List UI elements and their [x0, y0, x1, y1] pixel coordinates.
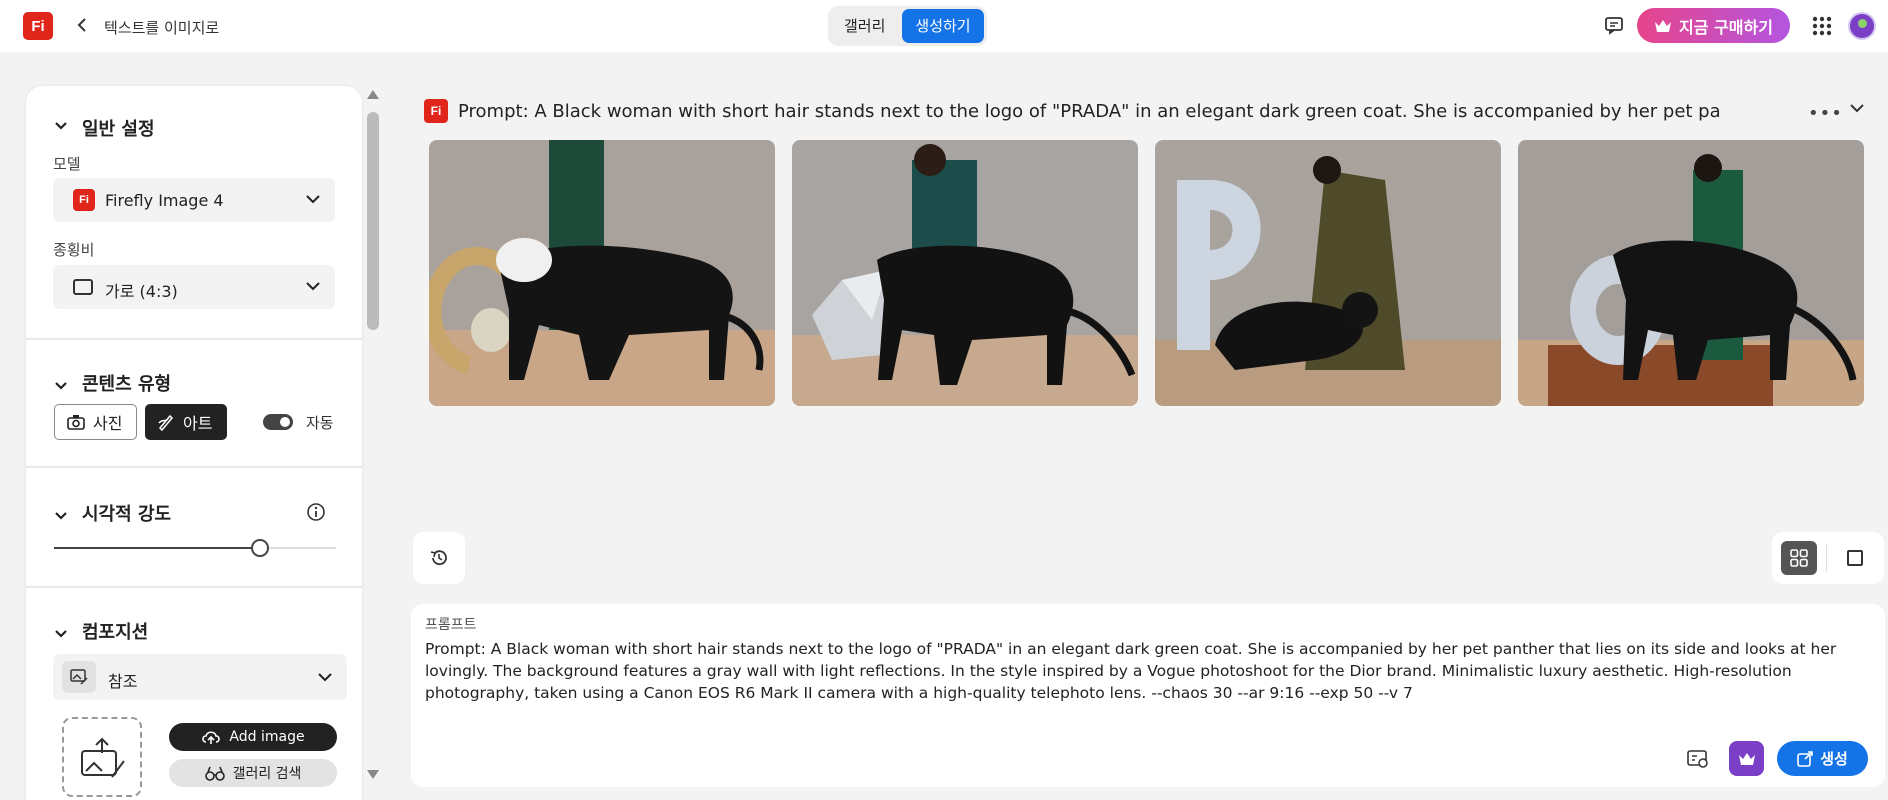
photo-label: 사진	[93, 414, 123, 433]
chevron-left-icon[interactable]	[74, 15, 90, 35]
add-image-button[interactable]: Add image	[169, 723, 337, 751]
generated-image-1[interactable]	[429, 140, 775, 406]
model-select[interactable]: Fi Firefly Image 4	[53, 178, 335, 222]
mode-tabs: 갤러리 생성하기	[828, 6, 987, 46]
prompt-input-panel: 프롬프트 Prompt: A Black woman with short ha…	[411, 604, 1885, 787]
scroll-thumb[interactable]	[367, 112, 379, 330]
breadcrumb[interactable]: 텍스트를 이미지로	[104, 17, 219, 38]
generated-image-2[interactable]	[792, 140, 1138, 406]
chevron-down-icon	[306, 195, 320, 204]
visual-intensity-slider[interactable]	[54, 539, 336, 557]
camera-icon	[67, 415, 85, 430]
auto-toggle[interactable]	[263, 414, 293, 430]
image-upload-icon	[81, 737, 125, 778]
grid-view-button[interactable]	[1781, 541, 1817, 575]
tab-generate[interactable]: 생성하기	[902, 9, 984, 43]
cloud-upload-icon	[202, 731, 221, 744]
aspect-ratio-value: 가로 (4:3)	[105, 282, 178, 301]
chevron-down-icon[interactable]	[54, 376, 68, 395]
content-type-art-button[interactable]: 아트	[145, 404, 227, 440]
firefly-badge-icon: Fi	[424, 99, 448, 123]
gallery-search-label: 갤러리 검색	[232, 766, 302, 782]
single-view-button[interactable]	[1847, 550, 1863, 566]
sidebar-scrollbar[interactable]	[366, 90, 380, 790]
premium-button[interactable]	[1729, 741, 1764, 776]
divider	[26, 586, 362, 588]
generation-prompt-header: Fi Prompt: A Black woman with short hair…	[424, 98, 1874, 126]
buy-now-label: 지금 구매하기	[1679, 17, 1773, 37]
top-bar: Fi 텍스트를 이미지로 갤러리 생성하기 지금 구매하기	[0, 0, 1888, 52]
art-brush-icon	[158, 414, 174, 431]
aspect-ratio-select[interactable]: 가로 (4:3)	[53, 265, 335, 309]
feedback-icon[interactable]	[1604, 15, 1624, 39]
prompt-label: 프롬프트	[425, 617, 477, 633]
general-settings-title[interactable]: 일반 설정	[82, 115, 155, 141]
generated-image-4[interactable]	[1518, 140, 1864, 406]
art-label: 아트	[183, 414, 213, 433]
info-icon[interactable]	[306, 502, 326, 526]
landscape-icon	[73, 279, 93, 295]
crown-icon	[1738, 752, 1755, 765]
auto-label: 자동	[306, 414, 334, 432]
grid-view-icon	[1790, 549, 1808, 567]
generation-prompt-text: Prompt: A Black woman with short hair st…	[458, 101, 1722, 122]
prompt-textarea[interactable]: Prompt: A Black woman with short hair st…	[425, 638, 1871, 704]
upload-image-dropzone[interactable]	[62, 717, 142, 797]
model-value: Firefly Image 4	[105, 191, 224, 210]
scroll-down-arrow[interactable]	[367, 770, 379, 779]
content-type-title[interactable]: 콘텐츠 유형	[82, 370, 171, 396]
firefly-logo[interactable]: Fi	[23, 12, 53, 40]
generated-image-3[interactable]	[1155, 140, 1501, 406]
history-button[interactable]	[413, 532, 465, 584]
history-icon	[430, 550, 447, 566]
generate-button[interactable]: 생성	[1777, 741, 1868, 776]
aspect-ratio-label: 종횡비	[53, 241, 95, 259]
generate-icon	[1797, 750, 1813, 767]
settings-panel: 일반 설정 모델 Fi Firefly Image 4 종횡비 가로 (4:3)…	[26, 86, 362, 800]
view-toggle	[1772, 532, 1884, 584]
scroll-up-arrow[interactable]	[367, 90, 379, 99]
content-type-photo-button[interactable]: 사진	[54, 404, 137, 440]
chevron-down-icon[interactable]	[1849, 100, 1865, 119]
chevron-down-icon	[306, 282, 320, 291]
prompt-settings-icon[interactable]	[1687, 749, 1709, 773]
generate-label: 생성	[1820, 750, 1848, 768]
composition-reference-select[interactable]: 참조	[53, 654, 347, 700]
firefly-model-icon: Fi	[73, 189, 95, 211]
add-image-label: Add image	[229, 729, 305, 745]
chevron-down-icon	[318, 673, 332, 682]
crown-icon	[1655, 19, 1672, 32]
reference-image-icon	[62, 661, 96, 693]
divider	[1826, 544, 1827, 572]
chevron-down-icon[interactable]	[54, 506, 68, 525]
binoculars-icon	[204, 766, 225, 781]
model-label: 모델	[53, 155, 81, 173]
divider	[26, 466, 362, 468]
gallery-search-button[interactable]: 갤러리 검색	[169, 759, 337, 787]
reference-label: 참조	[108, 672, 138, 691]
more-options-icon[interactable]: •••	[1808, 103, 1843, 124]
avatar[interactable]	[1848, 12, 1876, 40]
slider-fill	[54, 547, 260, 549]
divider	[26, 338, 362, 340]
buy-now-button[interactable]: 지금 구매하기	[1637, 8, 1790, 43]
apps-grid-icon[interactable]	[1812, 16, 1832, 40]
chevron-down-icon[interactable]	[54, 624, 68, 643]
tab-gallery[interactable]: 갤러리	[831, 9, 898, 43]
slider-handle[interactable]	[250, 539, 269, 557]
chevron-down-icon[interactable]	[54, 116, 68, 135]
visual-intensity-title[interactable]: 시각적 강도	[82, 500, 171, 526]
composition-title[interactable]: 컴포지션	[82, 618, 148, 644]
